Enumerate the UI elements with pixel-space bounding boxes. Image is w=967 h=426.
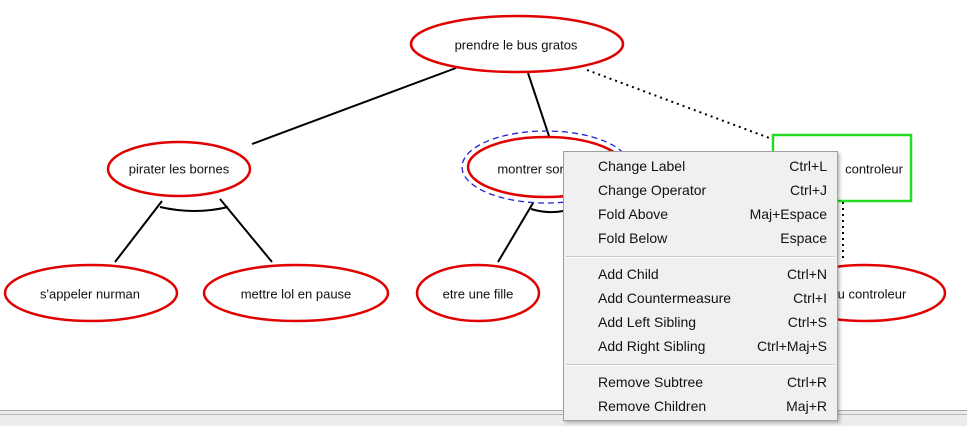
menu-item-label: Add Child [598, 266, 659, 282]
menu-item-shortcut: Ctrl+I [793, 290, 827, 306]
edge-montrer-fille [497, 202, 534, 263]
menu-separator [566, 256, 835, 258]
menu-item-label: Fold Above [598, 206, 669, 222]
menu-item-change-operator[interactable]: Change Operator Ctrl+J [564, 179, 837, 203]
node-label-montrer: montrer son [497, 161, 567, 177]
menu-item-label: Change Operator [598, 182, 707, 198]
menu-item-remove-subtree[interactable]: Remove Subtree Ctrl+R [564, 371, 837, 395]
menu-item-label: Add Countermeasure [598, 290, 732, 306]
menu-item-shortcut: Maj+R [786, 398, 827, 414]
menu-item-remove-children[interactable]: Remove Children Maj+R [564, 395, 837, 419]
node-label-fille: etre une fille [442, 286, 514, 302]
context-menu: Change Label Ctrl+L Change Operator Ctrl… [563, 151, 838, 421]
edge-root-countermeasure [586, 69, 773, 140]
menu-item-shortcut: Espace [780, 230, 827, 246]
menu-item-label: Remove Subtree [598, 374, 704, 390]
edge-root-pirater [251, 67, 457, 145]
menu-item-shortcut: Ctrl+L [789, 158, 827, 174]
menu-item-add-countermeasure[interactable]: Add Countermeasure Ctrl+I [564, 287, 837, 311]
menu-item-shortcut: Ctrl+N [786, 266, 827, 282]
menu-item-shortcut: Ctrl+S [787, 314, 827, 330]
menu-item-label: Add Right Sibling [598, 338, 706, 354]
node-label-root: prendre le bus gratos [454, 37, 578, 53]
menu-item-label: Fold Below [598, 230, 668, 246]
node-label-countermeasure: controleur [845, 161, 903, 177]
menu-separator [566, 364, 835, 366]
menu-item-add-child[interactable]: Add Child Ctrl+N [564, 263, 837, 287]
menu-item-shortcut: Ctrl+Maj+S [756, 338, 827, 354]
edge-pirater-lol [219, 198, 273, 263]
menu-item-add-left-sibling[interactable]: Add Left Sibling Ctrl+S [564, 311, 837, 335]
node-label-lol: mettre lol en pause [240, 286, 352, 302]
menu-item-label: Remove Children [598, 398, 707, 414]
menu-item-fold-below[interactable]: Fold Below Espace [564, 227, 837, 251]
menu-item-shortcut: Ctrl+J [790, 182, 827, 198]
menu-item-change-label[interactable]: Change Label Ctrl+L [564, 155, 837, 179]
menu-item-shortcut: Maj+Espace [749, 206, 827, 222]
node-label-countermeasure-child: u controleur [837, 286, 907, 302]
menu-item-shortcut: Ctrl+R [786, 374, 827, 390]
node-label-nurman: s'appeler nurman [39, 286, 141, 302]
menu-item-label: Change Label [598, 158, 686, 174]
edge-root-montrer [527, 72, 550, 137]
and-arc-pirater [159, 206, 229, 212]
and-arc-montrer [530, 208, 564, 214]
menu-item-add-right-sibling[interactable]: Add Right Sibling Ctrl+Maj+S [564, 335, 837, 359]
edge-pirater-nurman [114, 200, 163, 263]
menu-item-fold-above[interactable]: Fold Above Maj+Espace [564, 203, 837, 227]
menu-item-label: Add Left Sibling [598, 314, 697, 330]
node-label-pirater: pirater les bornes [128, 161, 230, 177]
